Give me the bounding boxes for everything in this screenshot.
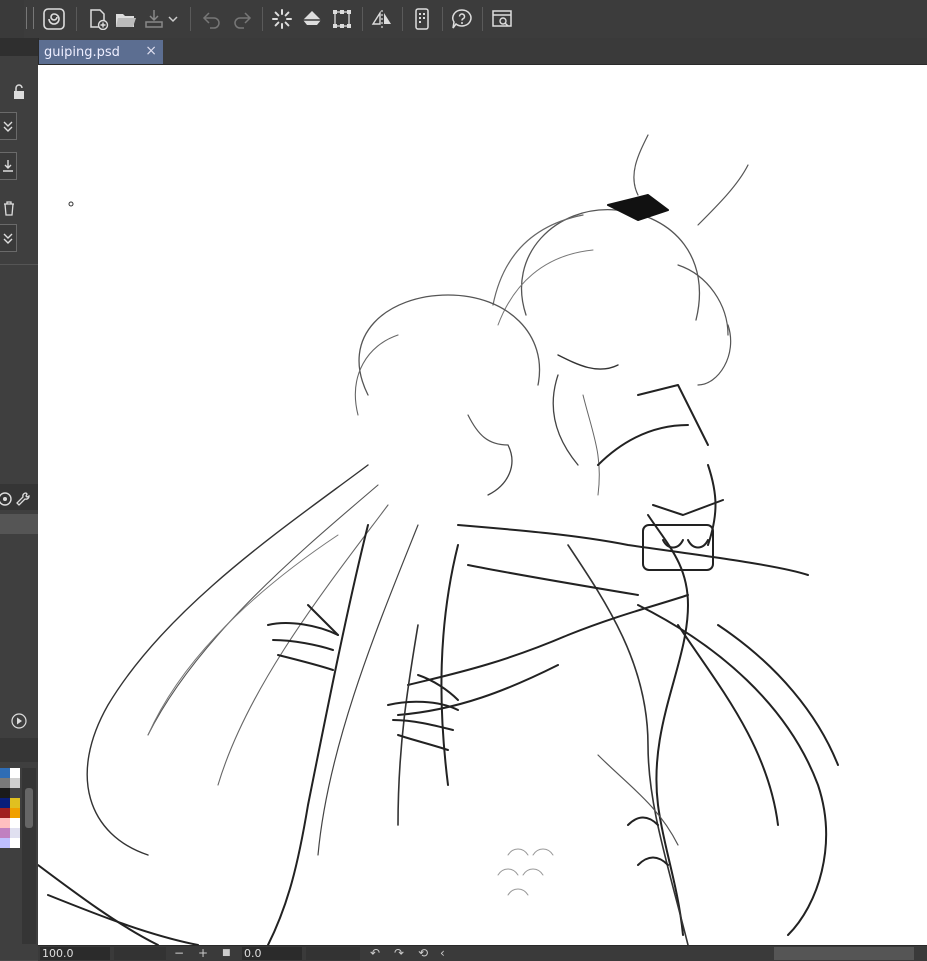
open-file-icon[interactable]	[112, 5, 140, 33]
rotate-left-icon[interactable]: ↶	[370, 946, 380, 961]
toolbar-left-pad	[0, 0, 24, 38]
screenshot-icon[interactable]	[488, 5, 516, 33]
rotate-right-icon[interactable]: ↷	[394, 946, 404, 961]
color-swatch[interactable]	[0, 808, 10, 818]
save-icon[interactable]	[140, 5, 168, 33]
panel-divider	[0, 264, 38, 265]
status-bar: 100.0 − + ■ 0.0 ↶ ↷ ⟲ ‹	[38, 945, 927, 961]
color-swatch[interactable]	[10, 768, 20, 778]
panel-field[interactable]	[0, 514, 38, 534]
help-icon[interactable]	[448, 5, 476, 33]
fill-icon[interactable]	[298, 5, 326, 33]
toolbar-separator	[482, 7, 483, 31]
line-art-illustration	[38, 134, 839, 945]
collapse-panel-button[interactable]	[0, 112, 17, 140]
dropdown-arrow-icon[interactable]	[165, 5, 181, 33]
drawing-canvas[interactable]	[38, 65, 927, 945]
toolbar-separator	[402, 7, 403, 31]
color-palette[interactable]	[0, 768, 22, 848]
left-panel	[0, 38, 39, 960]
palette-scrollbar[interactable]	[22, 768, 36, 944]
color-swatch[interactable]	[0, 838, 10, 848]
trash-icon[interactable]	[0, 196, 18, 220]
color-swatch[interactable]	[10, 818, 20, 828]
color-swatch[interactable]	[0, 818, 10, 828]
download-icon[interactable]	[0, 152, 17, 180]
toolbar-separator	[190, 7, 191, 31]
device-icon[interactable]	[408, 5, 436, 33]
flip-horizontal-icon[interactable]	[368, 5, 396, 33]
zoom-field[interactable]: 100.0	[40, 947, 110, 960]
undo-icon[interactable]	[198, 5, 226, 33]
close-tab-icon[interactable]: ×	[145, 43, 157, 59]
play-icon[interactable]	[10, 709, 28, 733]
circle-button-icon[interactable]	[0, 487, 14, 511]
color-swatch[interactable]	[10, 798, 20, 808]
top-toolbar	[0, 0, 927, 39]
document-tab-strip: guiping.psd ×	[38, 38, 927, 65]
transform-icon[interactable]	[328, 5, 356, 33]
app-logo-icon[interactable]	[40, 5, 68, 33]
document-tab[interactable]: guiping.psd ×	[38, 40, 163, 64]
palette-scroll-thumb[interactable]	[25, 788, 33, 828]
color-swatch[interactable]	[10, 778, 20, 788]
rotation-field[interactable]: 0.0	[242, 947, 302, 960]
color-swatch[interactable]	[0, 788, 10, 798]
toolbar-separator	[262, 7, 263, 31]
back-icon[interactable]: ‹	[440, 946, 445, 961]
wrench-icon[interactable]	[14, 487, 32, 511]
redo-icon[interactable]	[228, 5, 256, 33]
fit-button[interactable]: ■	[222, 946, 231, 961]
zoom-out-button[interactable]: −	[174, 946, 184, 961]
color-swatch[interactable]	[10, 808, 20, 818]
rotation-slider[interactable]	[306, 947, 360, 960]
collapse-panel-button-2[interactable]	[0, 224, 17, 252]
unlock-icon[interactable]	[10, 80, 28, 104]
document-tab-label: guiping.psd	[44, 44, 120, 60]
toolbar-grip[interactable]	[26, 7, 34, 29]
zoom-in-button[interactable]: +	[198, 946, 208, 961]
color-swatch[interactable]	[10, 788, 20, 798]
color-swatch[interactable]	[0, 828, 10, 838]
toolbar-separator	[76, 7, 77, 31]
palette-header	[0, 738, 38, 762]
toolbar-separator	[442, 7, 443, 31]
horizontal-scrollbar[interactable]	[774, 947, 914, 960]
color-swatch[interactable]	[10, 828, 20, 838]
color-swatch[interactable]	[0, 778, 10, 788]
reset-rotation-icon[interactable]: ⟲	[418, 946, 428, 961]
color-swatch[interactable]	[0, 798, 10, 808]
loading-icon[interactable]	[268, 5, 296, 33]
color-swatch[interactable]	[0, 768, 10, 778]
color-swatch[interactable]	[10, 838, 20, 848]
panel-header	[0, 38, 38, 56]
toolbar-separator	[362, 7, 363, 31]
zoom-slider[interactable]	[114, 947, 166, 960]
new-file-icon[interactable]	[84, 5, 112, 33]
